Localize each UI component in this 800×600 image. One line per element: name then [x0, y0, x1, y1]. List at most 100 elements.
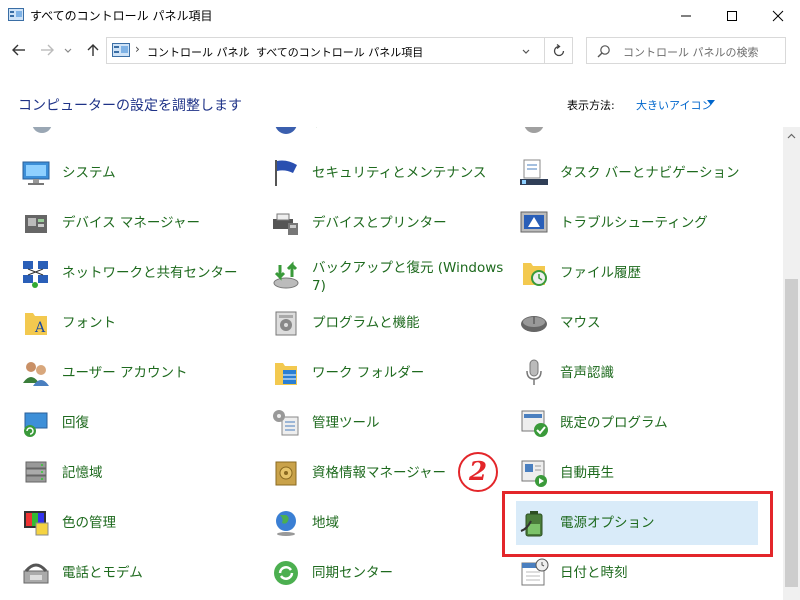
- device-manager-icon: [25, 215, 47, 233]
- forward-button[interactable]: [38, 41, 56, 59]
- backup-icon: [273, 261, 299, 289]
- troubleshoot-icon: [520, 211, 548, 233]
- control-panel-item-sync-center[interactable]: 同期センター: [268, 551, 393, 595]
- control-panel-item-devices-printers[interactable]: デバイスとプリンター: [268, 201, 447, 245]
- item-label: 色の管理: [62, 515, 116, 531]
- control-panel-item-credential-manager[interactable]: 資格情報マネージャー: [268, 451, 446, 495]
- item-label: 音声認識: [560, 365, 614, 381]
- item-label: 日付と時刻: [560, 565, 628, 581]
- breadcrumb-separator[interactable]: ›: [135, 42, 140, 56]
- address-bar[interactable]: › コントロール パネル › すべてのコントロール パネル項目: [106, 37, 573, 64]
- item-label: ワーク フォルダー: [312, 365, 425, 381]
- flag-icon: [275, 160, 297, 186]
- address-dropdown-button[interactable]: [513, 37, 539, 64]
- recovery-icon: [24, 412, 48, 437]
- chevron-down-icon: [64, 48, 72, 53]
- control-panel-item-taskbar[interactable]: タスク バーとナビゲーション: [516, 151, 740, 195]
- list-item-label: ソー: [312, 127, 339, 132]
- control-panel-item-troubleshooting[interactable]: トラブルシューティング: [516, 201, 708, 245]
- control-panel-item-user-accounts[interactable]: ユーザー アカウント: [18, 351, 188, 395]
- breadcrumb-all-items[interactable]: すべてのコントロール パネル項目: [256, 44, 423, 60]
- item-label: セキュリティとメンテナンス: [312, 165, 487, 181]
- up-button[interactable]: [84, 41, 102, 59]
- vertical-scrollbar[interactable]: [783, 127, 800, 600]
- control-panel-item-phone-modem[interactable]: 電話とモデム: [18, 551, 143, 595]
- partial-item-icon: [275, 127, 297, 134]
- control-panel-item-backup-restore[interactable]: バックアップと復元 (Windows 7): [268, 251, 507, 303]
- item-label: ユーザー アカウント: [62, 365, 188, 381]
- control-panel-item-security-maintenance[interactable]: セキュリティとメンテナンス: [268, 151, 486, 195]
- svg-text:A: A: [34, 320, 46, 336]
- view-by-dropdown[interactable]: 大きいアイコン: [636, 97, 712, 113]
- item-label: トラブルシューティング: [560, 215, 708, 231]
- item-label: 地域: [312, 515, 339, 531]
- forward-arrow-icon: [41, 44, 54, 56]
- item-label: デバイス マネージャー: [62, 215, 200, 231]
- title-bar: すべてのコントロール パネル項目: [0, 0, 800, 31]
- chevron-up-icon: [787, 133, 796, 138]
- item-label: タスク バーとナビゲーション: [560, 165, 740, 181]
- programs-icon: [275, 311, 297, 336]
- list-item-partial[interactable]: ソー: [268, 127, 339, 145]
- back-button[interactable]: [10, 41, 28, 59]
- item-label: 資格情報マネージャー: [312, 465, 447, 481]
- phone-modem-icon: [23, 563, 49, 584]
- list-item-partial[interactable]: [24, 127, 60, 145]
- maximize-icon: [727, 10, 737, 21]
- item-label: 管理ツール: [312, 415, 380, 431]
- control-panel-item-admin-tools[interactable]: 管理ツール: [268, 401, 380, 445]
- control-panel-item-file-history[interactable]: ファイル履歴: [516, 251, 641, 295]
- control-panel-item-speech-recognition[interactable]: 音声認識: [516, 351, 614, 395]
- minimize-button[interactable]: [663, 0, 709, 31]
- caret-down-icon[interactable]: [707, 100, 715, 105]
- step-number-badge: 2: [458, 452, 498, 492]
- control-panel-item-region[interactable]: 地域: [268, 501, 339, 545]
- scroll-up-button[interactable]: [783, 127, 800, 144]
- control-panel-item-date-time[interactable]: 日付と時刻: [516, 551, 628, 595]
- back-arrow-icon: [12, 44, 25, 56]
- control-panel-item-storage[interactable]: 記憶域: [18, 451, 103, 495]
- font-folder-icon: A: [25, 313, 47, 336]
- work-folders-icon: [275, 363, 297, 385]
- control-panel-item-recovery[interactable]: 回復: [18, 401, 89, 445]
- control-panel-item-system[interactable]: システム: [18, 151, 116, 195]
- admin-tools-icon: [273, 410, 299, 436]
- network-icon: [23, 261, 48, 288]
- search-box[interactable]: コントロール パネルの検索: [586, 37, 786, 64]
- highlight-box: [502, 491, 773, 557]
- control-panel-item-device-manager[interactable]: デバイス マネージャー: [18, 201, 200, 245]
- mouse-icon: [521, 316, 547, 332]
- search-placeholder[interactable]: コントロール パネルの検索: [623, 44, 759, 60]
- item-label: 電話とモデム: [62, 565, 143, 581]
- file-history-icon: [523, 263, 547, 286]
- control-panel-item-fonts[interactable]: A フォント: [18, 301, 116, 345]
- control-panel-item-color-management[interactable]: 色の管理: [18, 501, 116, 545]
- breadcrumb-control-panel[interactable]: コントロール パネル: [147, 44, 250, 60]
- color-management-icon: [24, 511, 49, 536]
- monitor-icon: [22, 161, 50, 185]
- refresh-button[interactable]: [544, 37, 573, 64]
- storage-icon: [25, 461, 47, 483]
- maximize-button[interactable]: [709, 0, 755, 31]
- close-button[interactable]: [755, 0, 800, 31]
- taskbar-icon: [520, 159, 548, 185]
- control-panel-item-programs-features[interactable]: プログラムと機能: [268, 301, 420, 345]
- breadcrumb-separator[interactable]: ›: [243, 42, 248, 56]
- microphone-icon: [526, 359, 542, 385]
- item-label: ファイル履歴: [560, 265, 641, 281]
- control-panel-item-default-programs[interactable]: 既定のプログラム: [516, 401, 668, 445]
- control-panel-item-network[interactable]: ネットワークと共有センター: [18, 251, 238, 295]
- item-label: 記憶域: [62, 465, 103, 481]
- list-item-partial[interactable]: [516, 127, 552, 145]
- recent-locations-button[interactable]: [62, 41, 74, 59]
- control-panel-window: すべてのコントロール パネル項目 › コントロール パネル › すべてのコントロ…: [0, 0, 800, 600]
- control-panel-item-mouse[interactable]: マウス: [516, 301, 601, 345]
- partial-item-icon: [524, 127, 544, 133]
- globe-icon: [276, 511, 296, 536]
- control-panel-item-work-folders[interactable]: ワーク フォルダー: [268, 351, 424, 395]
- item-label: 自動再生: [560, 465, 614, 481]
- scrollbar-thumb[interactable]: [785, 279, 798, 587]
- item-label-line: 7): [312, 278, 326, 294]
- calendar-clock-icon: [521, 558, 549, 586]
- control-panel-item-autoplay[interactable]: 自動再生: [516, 451, 614, 495]
